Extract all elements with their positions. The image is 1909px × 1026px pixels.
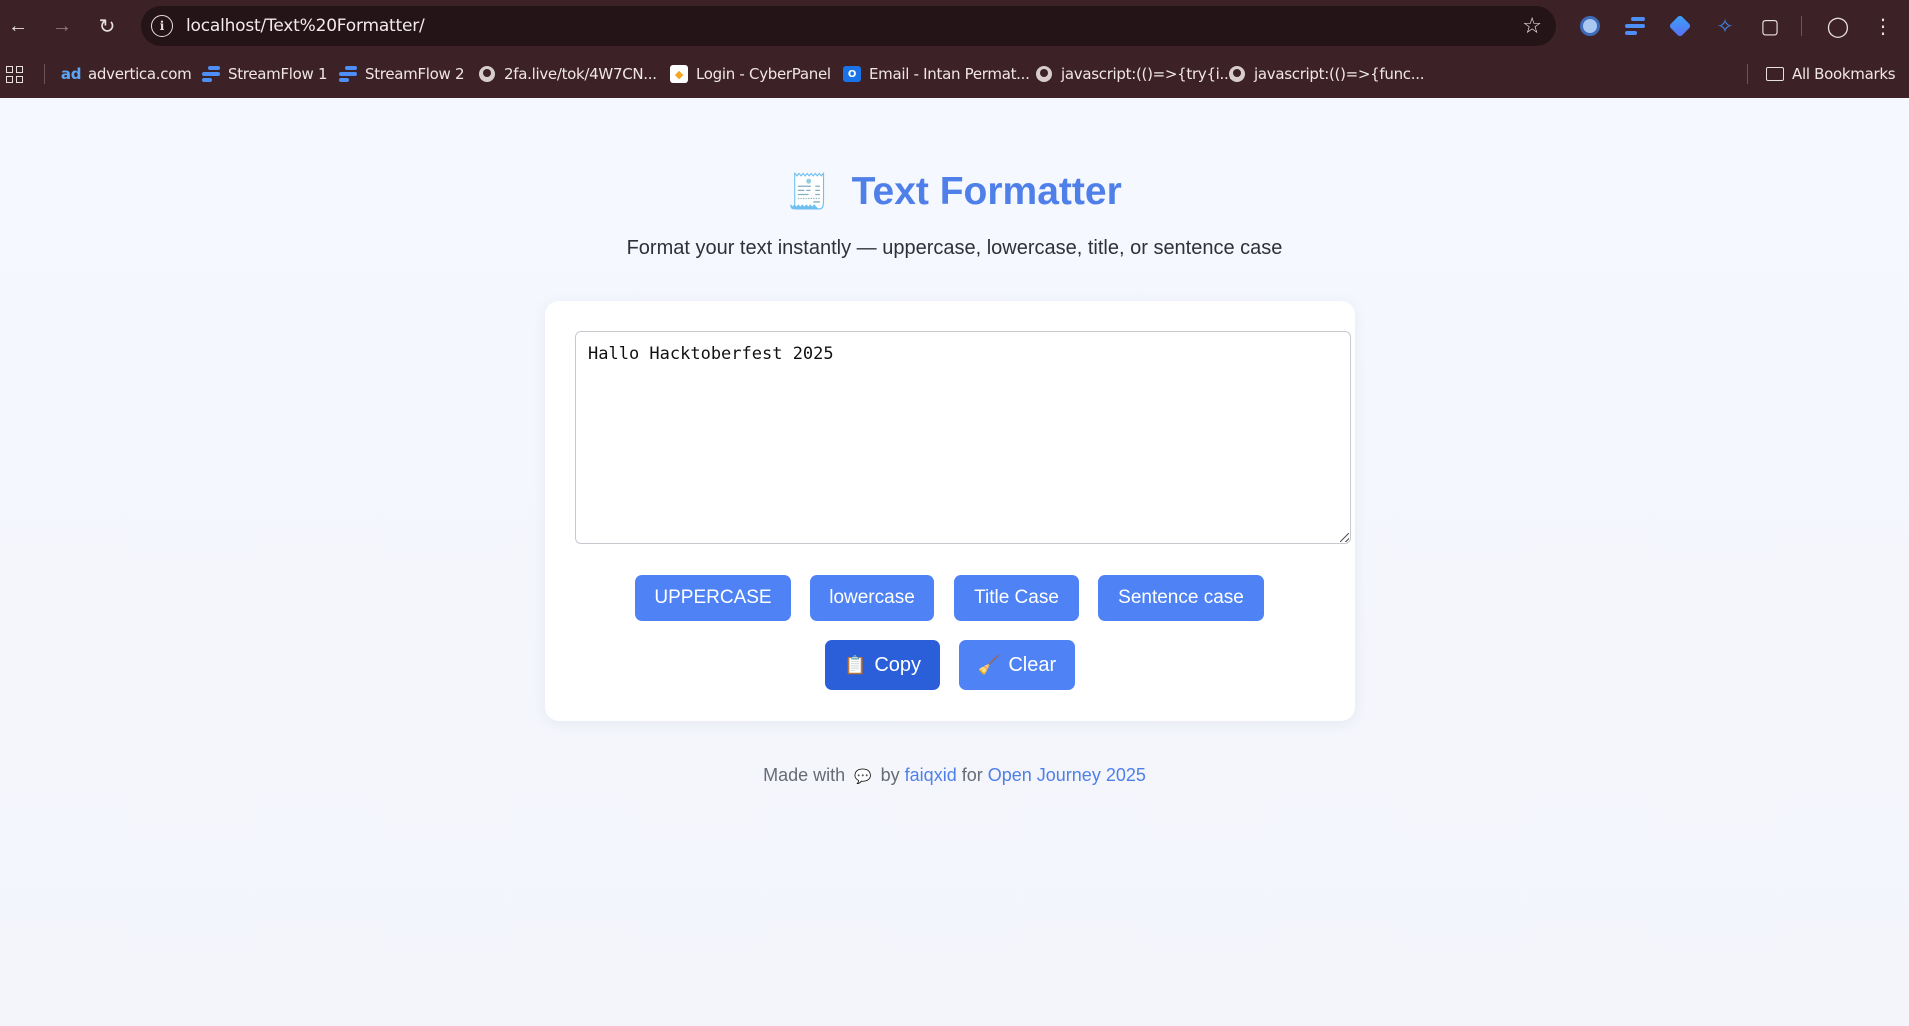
page-subtitle: Format your text instantly — uppercase, …: [626, 237, 1283, 259]
bookmark-2fa[interactable]: 2fa.live/tok/4W7CN...: [478, 63, 657, 85]
resize-handle-icon[interactable]: [1340, 533, 1349, 542]
bookmark-streamflow-1[interactable]: StreamFlow 1: [202, 63, 328, 85]
bookmark-advertica[interactable]: ad advertica.com: [60, 63, 192, 85]
clear-label: Clear: [1008, 653, 1057, 676]
bookmark-star-icon[interactable]: ☆: [1522, 13, 1542, 39]
footer: Made with 💬 by faiqxid for Open Journey …: [0, 765, 1909, 786]
reload-icon[interactable]: ↻: [92, 11, 122, 41]
extension-circle-icon[interactable]: [1577, 13, 1603, 39]
copy-button[interactable]: 📋 Copy: [825, 640, 940, 690]
bookmarks-bar: ad advertica.com StreamFlow 1 StreamFlow…: [0, 52, 1909, 98]
apps-grid-icon[interactable]: [6, 63, 23, 85]
page-content: 🧾 Text Formatter Format your text instan…: [0, 98, 1909, 1026]
all-bookmarks-label: All Bookmarks: [1792, 65, 1896, 83]
profile-icon[interactable]: ◯: [1825, 13, 1851, 39]
bookmarks-divider: [44, 64, 45, 84]
receipt-icon: 🧾: [787, 173, 830, 211]
bookmark-label: javascript:(()=>{try{i...: [1061, 65, 1233, 83]
speech-bubble-icon: 💬: [854, 768, 872, 784]
bookmark-label: javascript:(()=>{func...: [1254, 65, 1425, 83]
bookmark-label: advertica.com: [88, 65, 192, 83]
footer-for: for: [961, 765, 983, 785]
forward-icon[interactable]: →: [47, 11, 77, 41]
all-bookmarks[interactable]: All Bookmarks: [1766, 63, 1896, 85]
browser-chrome: ← → ↻ i localhost/Text%20Formatter/ ☆ ✧ …: [0, 0, 1909, 98]
address-bar[interactable]: i localhost/Text%20Formatter/ ☆: [141, 6, 1556, 46]
extension-streamflow-icon[interactable]: [1622, 13, 1648, 39]
header: 🧾 Text Formatter: [0, 170, 1909, 214]
url-text[interactable]: localhost/Text%20Formatter/: [186, 16, 425, 36]
clear-button[interactable]: 🧹 Clear: [959, 640, 1075, 690]
globe-icon: [1228, 65, 1246, 83]
folder-icon: [1766, 65, 1784, 83]
bookmark-cyberpanel[interactable]: ◆ Login - CyberPanel: [670, 63, 831, 85]
author-link[interactable]: faiqxid: [905, 765, 957, 785]
footer-made-with: Made with: [763, 765, 846, 785]
globe-icon: [478, 65, 496, 83]
broom-icon: 🧹: [977, 654, 1001, 675]
streamflow-icon: [339, 65, 357, 83]
bookmark-javascript-2[interactable]: javascript:(()=>{func...: [1228, 63, 1424, 85]
cyberpanel-icon: ◆: [670, 65, 688, 83]
bookmark-label: Login - CyberPanel: [696, 65, 831, 83]
bookmark-label: StreamFlow 2: [365, 65, 465, 83]
bookmark-streamflow-2[interactable]: StreamFlow 2: [339, 63, 465, 85]
extension-puzzle-icon[interactable]: ✧: [1712, 13, 1738, 39]
bookmarks-divider: [1747, 64, 1748, 84]
page-title: Text Formatter: [851, 170, 1122, 213]
text-input[interactable]: [575, 331, 1351, 544]
titlecase-button[interactable]: Title Case: [954, 575, 1079, 621]
extensions-menu-icon[interactable]: ▢: [1757, 13, 1783, 39]
bookmark-javascript-1[interactable]: javascript:(()=>{try{i...: [1035, 63, 1233, 85]
globe-icon: [1035, 65, 1053, 83]
advertica-icon: ad: [60, 65, 82, 83]
bookmark-label: StreamFlow 1: [228, 65, 328, 83]
bookmark-email[interactable]: O Email - Intan Permat...: [843, 63, 1030, 85]
sentencecase-button[interactable]: Sentence case: [1098, 575, 1264, 621]
event-link[interactable]: Open Journey 2025: [988, 765, 1146, 785]
bookmark-label: 2fa.live/tok/4W7CN...: [504, 65, 657, 83]
toolbar-divider: [1801, 16, 1802, 36]
menu-kebab-icon[interactable]: ⋮: [1870, 13, 1896, 39]
formatter-card: UPPERCASE lowercase Title Case Sentence …: [545, 301, 1355, 721]
site-info-icon[interactable]: i: [151, 15, 173, 37]
uppercase-button[interactable]: UPPERCASE: [635, 575, 791, 621]
back-icon[interactable]: ←: [3, 11, 33, 41]
bookmark-label: Email - Intan Permat...: [869, 65, 1030, 83]
copy-label: Copy: [874, 653, 922, 676]
outlook-icon: O: [843, 65, 861, 83]
extension-diamond-icon[interactable]: [1667, 13, 1693, 39]
browser-toolbar: ← → ↻ i localhost/Text%20Formatter/ ☆ ✧ …: [0, 0, 1909, 52]
clipboard-icon: 📋: [843, 654, 867, 675]
streamflow-icon: [202, 65, 220, 83]
lowercase-button[interactable]: lowercase: [810, 575, 934, 621]
footer-by: by: [880, 765, 900, 785]
